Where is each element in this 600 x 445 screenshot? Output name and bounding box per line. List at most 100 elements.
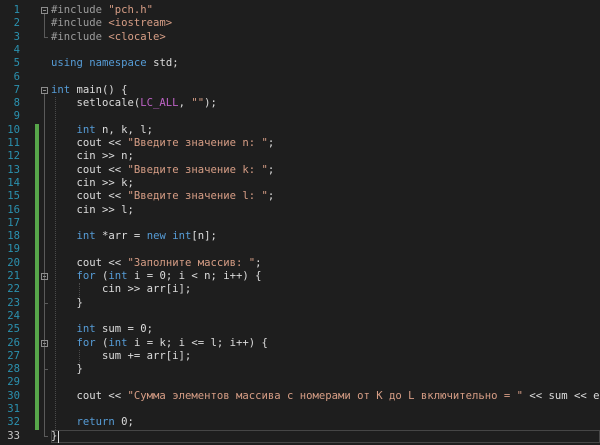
code-line[interactable]: cout << "Введите значение l: "; [51,190,275,203]
code-line[interactable]: cin >> n; [51,150,134,163]
code-token: "Введите значение l: " [127,190,268,203]
collapse-icon[interactable] [41,7,48,14]
collapse-icon[interactable] [41,339,48,347]
code-token: cout << [51,389,128,402]
code-line[interactable]: cout << "Заполните массив: "; [51,257,262,270]
line-number: 2 [13,17,20,30]
code-line[interactable]: for (int i = 0; i < n; i++) { [51,270,262,283]
code-token: namespace [89,57,154,70]
current-line-highlight [51,429,600,443]
code-line[interactable]: int n, k, l; [51,123,154,137]
code-token: cout << [51,163,128,176]
code-line[interactable]: cin >> arr[i]; [51,283,191,296]
line-number: 24 [7,309,20,322]
code-line[interactable]: #include "pch.h" [51,4,153,17]
code-line[interactable]: cout << "Сумма элементов массива с номер… [51,390,600,403]
code-line[interactable]: int sum = 0; [51,323,154,336]
code-line[interactable]: return 0; [51,416,134,429]
code-line[interactable]: int *arr = new int[n]; [51,230,217,243]
code-line[interactable]: #include <clocale> [51,31,166,44]
outline-line [44,93,45,436]
change-tracking-bar [35,123,39,430]
code-token: sum = 0; [102,323,154,336]
line-number: 31 [7,403,20,415]
code-token: sum += arr[i]; [51,349,192,362]
code-line[interactable]: sum += arr[i]; [51,350,191,363]
code-token: 0; [121,416,134,429]
code-token: int [108,336,134,349]
line-number: 10 [7,123,20,136]
code-token: ; [255,256,262,269]
code-token: , [178,97,192,110]
code-token: new [146,230,173,243]
code-token: int [108,270,134,282]
code-token: } [51,429,58,442]
line-number: 6 [13,70,20,83]
outline-line [44,14,45,37]
line-number: 18 [7,230,20,243]
code-line[interactable]: cin >> l; [51,204,134,217]
collapse-icon[interactable] [41,86,48,94]
line-number: 12 [7,150,20,163]
line-number: 30 [7,389,20,402]
code-token: #include [51,4,109,16]
indent-guide [79,283,80,297]
code-line[interactable]: #include <iostream> [51,17,172,30]
code-token: using [51,57,90,70]
code-line[interactable]: cin >> k; [51,177,134,190]
line-number: 28 [7,363,20,376]
code-token: [n]; [191,230,217,243]
code-token: int [172,230,192,243]
code-line[interactable]: int main() { [51,84,128,97]
line-number: 22 [7,283,20,296]
code-token: int [76,323,103,336]
line-number: 11 [7,137,20,149]
code-token: cin >> k; [51,176,134,189]
line-number: 19 [7,243,20,256]
code-token: cout << [51,137,128,149]
line-number: 5 [13,57,20,70]
code-token: cin >> n; [51,150,134,163]
code-line[interactable]: for (int i = k; i <= l; i++) { [51,337,268,350]
line-number: 33 [7,429,20,442]
code-token: i = k; i <= l; i++) { [133,336,268,349]
code-token: "Заполните массив: " [127,256,256,269]
code-token: i = 0; i < n; i++) { [133,270,262,282]
collapse-icon[interactable] [41,273,48,280]
line-number: 25 [7,323,20,336]
outlining-margin [40,0,50,445]
code-token: for [76,336,103,349]
outline-end [44,369,48,371]
code-token: ; [267,163,275,176]
line-number: 7 [13,83,20,96]
code-token: cout << [51,256,128,269]
code-line[interactable]: cout << "Введите значение k: "; [51,163,275,177]
line-number: 27 [7,349,20,362]
code-line[interactable]: setlocale(LC_ALL, ""); [51,97,217,110]
code-token: <clocale> [108,30,166,43]
line-number: 21 [7,270,20,282]
line-number: 8 [13,97,20,110]
code-line[interactable]: } [51,430,57,443]
line-number: 4 [13,43,20,56]
outline-end [44,36,48,38]
line-number: 13 [7,163,20,176]
code-token: << sum << endl; [529,389,600,402]
line-number: 20 [7,256,20,269]
code-token: n, k, l; [102,123,154,136]
line-number: 16 [7,203,20,216]
code-token: "Введите значение k: " [127,163,268,176]
line-number: 17 [7,216,20,229]
line-number: 14 [7,176,20,189]
code-line[interactable]: using namespace std; [51,57,179,70]
code-line[interactable]: cout << "Введите значение n: "; [51,137,275,150]
outline-line [44,280,45,303]
code-token: cout << [51,190,128,203]
line-number: 26 [7,336,20,349]
code-token: LC_ALL [140,97,179,110]
line-number: 32 [7,416,20,429]
code-editor[interactable]: 1 2 3 4 5 6 7 8 9 10 11 12 13 14 15 16 17 18 19 20 21 22 23 24 2… [0,0,600,445]
code-token: int [76,123,103,136]
code-token: return [76,416,122,429]
code-token: ; [267,190,275,203]
